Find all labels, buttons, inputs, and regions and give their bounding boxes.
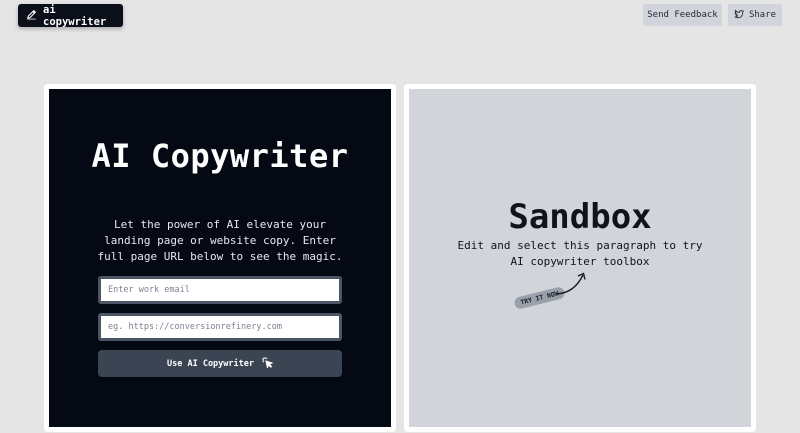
copywriter-panel: AI Copywriter Let the power of AI elevat… bbox=[49, 89, 391, 427]
send-feedback-label: Send Feedback bbox=[647, 10, 718, 20]
share-label: Share bbox=[748, 10, 777, 20]
curved-arrow-icon bbox=[556, 272, 586, 295]
copywriter-panel-frame: AI Copywriter Let the power of AI elevat… bbox=[44, 84, 396, 432]
brand-label: ai copywriter bbox=[43, 3, 107, 28]
cursor-click-icon bbox=[261, 356, 274, 371]
sandbox-title: Sandbox bbox=[508, 197, 652, 237]
page: ai copywriter Send Feedback Share AI Cop… bbox=[0, 0, 800, 433]
pencil-icon bbox=[26, 9, 37, 23]
share-button[interactable]: Share bbox=[728, 4, 782, 26]
email-field[interactable] bbox=[98, 276, 342, 304]
use-ai-copywriter-label: Use AI Copywriter bbox=[167, 358, 254, 369]
sandbox-panel-frame: Sandbox Edit and select this paragraph t… bbox=[404, 84, 756, 432]
brand-badge[interactable]: ai copywriter bbox=[18, 3, 123, 28]
twitter-icon bbox=[734, 9, 744, 22]
sandbox-paragraph[interactable]: Edit and select this paragraph to try AI… bbox=[449, 238, 711, 270]
hero-description: Let the power of AI elevate your landing… bbox=[97, 218, 343, 263]
hero-title: AI Copywriter bbox=[91, 137, 349, 175]
url-field[interactable] bbox=[98, 313, 342, 341]
send-feedback-button[interactable]: Send Feedback bbox=[643, 4, 722, 26]
use-ai-copywriter-button[interactable]: Use AI Copywriter bbox=[98, 350, 342, 377]
sandbox-panel: Sandbox Edit and select this paragraph t… bbox=[409, 89, 751, 427]
